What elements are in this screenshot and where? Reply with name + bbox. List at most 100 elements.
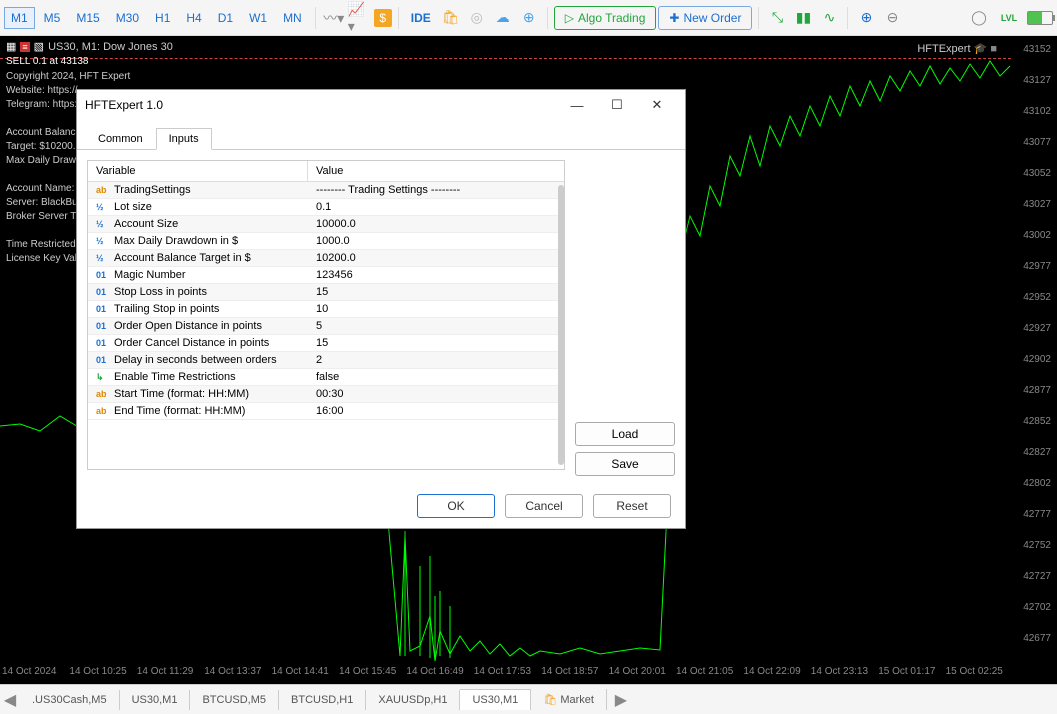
table-row[interactable]: ½Lot size0.1 [88, 199, 564, 216]
y-tick: 42902 [1023, 354, 1051, 365]
y-tick: 42927 [1023, 323, 1051, 334]
tab-common[interactable]: Common [85, 128, 156, 149]
shift-chart-icon[interactable]: ⤡ [765, 6, 789, 30]
chart-type-line-icon[interactable]: 〰▾ [322, 6, 346, 30]
y-tick: 43002 [1023, 230, 1051, 241]
param-name: Order Cancel Distance in points [114, 337, 269, 349]
separator [847, 7, 848, 29]
timeframe-h4[interactable]: H4 [179, 7, 208, 29]
chart-tab[interactable]: US30,M1 [120, 690, 191, 710]
timeframe-w1[interactable]: W1 [242, 7, 274, 29]
algo-trading-button[interactable]: ▷Algo Trading [554, 6, 657, 30]
new-order-button[interactable]: ✚New Order [658, 6, 752, 30]
table-row[interactable]: abStart Time (format: HH:MM)00:30 [88, 386, 564, 403]
dollar-icon[interactable]: $ [374, 9, 392, 27]
table-row[interactable]: 01Stop Loss in points15 [88, 284, 564, 301]
table-row[interactable]: 01Magic Number123456 [88, 267, 564, 284]
y-tick: 42677 [1023, 633, 1051, 644]
table-row[interactable]: ↳Enable Time Restrictionsfalse [88, 369, 564, 386]
table-row[interactable]: 01Delay in seconds between orders2 [88, 352, 564, 369]
param-value[interactable]: 123456 [308, 267, 564, 283]
parameters-table[interactable]: Variable Value abTradingSettings--------… [87, 160, 565, 470]
table-row[interactable]: ½Account Balance Target in $10200.0 [88, 250, 564, 267]
signals-icon[interactable]: ◎ [465, 6, 489, 30]
tabs-scroll-left[interactable]: ◀ [0, 690, 20, 710]
minimize-button[interactable]: — [557, 91, 597, 119]
x-axis: 14 Oct 202414 Oct 10:2514 Oct 11:2914 Oc… [0, 666, 1011, 684]
chart-tab[interactable]: 🛍 Market [531, 689, 607, 710]
tab-inputs[interactable]: Inputs [156, 128, 212, 150]
type-icon: ab [96, 389, 110, 399]
maximize-button[interactable]: ☐ [597, 91, 637, 119]
x-tick: 14 Oct 10:25 [69, 666, 126, 677]
x-tick: 14 Oct 18:57 [541, 666, 598, 677]
table-row[interactable]: abTradingSettings-------- Trading Settin… [88, 182, 564, 199]
param-value[interactable]: 15 [308, 335, 564, 351]
account-icon[interactable]: ◯ [967, 6, 991, 30]
param-value[interactable]: 1000.0 [308, 233, 564, 249]
param-value[interactable]: 15 [308, 284, 564, 300]
param-value[interactable]: 2 [308, 352, 564, 368]
param-value[interactable]: 10000.0 [308, 216, 564, 232]
x-tick: 14 Oct 17:53 [474, 666, 531, 677]
param-value[interactable]: 0.1 [308, 199, 564, 215]
zoom-in-icon[interactable]: ⊕ [854, 6, 878, 30]
table-row[interactable]: 01Order Open Distance in points5 [88, 318, 564, 335]
param-value[interactable]: 16:00 [308, 403, 564, 419]
param-value[interactable]: 5 [308, 318, 564, 334]
chart-tab[interactable]: .US30Cash,M5 [20, 690, 120, 710]
candles-icon[interactable]: ▮▮ [791, 6, 815, 30]
timeframe-m1[interactable]: M1 [4, 7, 35, 29]
scrollbar-thumb[interactable] [558, 185, 564, 465]
chart-indicators-icon[interactable]: 📈▾ [348, 6, 372, 30]
param-name: Magic Number [114, 269, 186, 281]
market-icon[interactable]: 🛍 [439, 6, 463, 30]
param-name: Account Balance Target in $ [114, 252, 251, 264]
timeframe-m5[interactable]: M5 [37, 7, 68, 29]
timeframe-d1[interactable]: D1 [211, 7, 240, 29]
param-value[interactable]: 00:30 [308, 386, 564, 402]
zoom-out-icon[interactable]: ⊖ [880, 6, 904, 30]
param-name: TradingSettings [114, 184, 191, 196]
separator [547, 7, 548, 29]
timeframe-h1[interactable]: H1 [148, 7, 177, 29]
chart-tab[interactable]: BTCUSD,M5 [190, 690, 279, 710]
param-name: Max Daily Drawdown in $ [114, 235, 238, 247]
timeframe-m15[interactable]: M15 [69, 7, 106, 29]
cloud-icon[interactable]: ☁ [491, 6, 515, 30]
ok-button[interactable]: OK [417, 494, 495, 518]
close-button[interactable]: ✕ [637, 91, 677, 119]
x-tick: 14 Oct 15:45 [339, 666, 396, 677]
table-row[interactable]: ½Account Size10000.0 [88, 216, 564, 233]
chart-tab[interactable]: US30,M1 [460, 689, 531, 710]
dialog-title: HFTExpert 1.0 [85, 98, 557, 112]
y-tick: 43077 [1023, 137, 1051, 148]
autoscroll-icon[interactable]: ∿ [817, 6, 841, 30]
table-row[interactable]: 01Trailing Stop in points10 [88, 301, 564, 318]
param-value[interactable]: false [308, 369, 564, 385]
table-row[interactable]: ½Max Daily Drawdown in $1000.0 [88, 233, 564, 250]
chart-tab[interactable]: BTCUSD,H1 [279, 690, 366, 710]
load-button[interactable]: Load [575, 422, 675, 446]
levels-icon[interactable]: LVL [997, 6, 1021, 30]
timeframe-m30[interactable]: M30 [109, 7, 146, 29]
save-button[interactable]: Save [575, 452, 675, 476]
table-row[interactable]: abEnd Time (format: HH:MM)16:00 [88, 403, 564, 420]
reset-button[interactable]: Reset [593, 494, 671, 518]
expert-settings-dialog: HFTExpert 1.0 — ☐ ✕ Common Inputs Variab… [76, 89, 686, 529]
param-name: Trailing Stop in points [114, 303, 219, 315]
param-value[interactable]: 10 [308, 301, 564, 317]
ide-button[interactable]: IDE [405, 6, 437, 30]
chart-tab[interactable]: XAUUSDp,H1 [366, 690, 460, 710]
param-value[interactable]: -------- Trading Settings -------- [308, 182, 564, 198]
dialog-titlebar: HFTExpert 1.0 — ☐ ✕ [77, 90, 685, 120]
table-row[interactable]: 01Order Cancel Distance in points15 [88, 335, 564, 352]
chart-tabs-bar: ◀ .US30Cash,M5US30,M1BTCUSD,M5BTCUSD,H1X… [0, 684, 1057, 714]
tabs-scroll-right[interactable]: ▶ [611, 690, 631, 710]
community-icon[interactable]: ⊕ [517, 6, 541, 30]
cancel-button[interactable]: Cancel [505, 494, 583, 518]
y-tick: 42752 [1023, 540, 1051, 551]
timeframe-mn[interactable]: MN [276, 7, 309, 29]
param-value[interactable]: 10200.0 [308, 250, 564, 266]
x-tick: 14 Oct 2024 [2, 666, 56, 677]
